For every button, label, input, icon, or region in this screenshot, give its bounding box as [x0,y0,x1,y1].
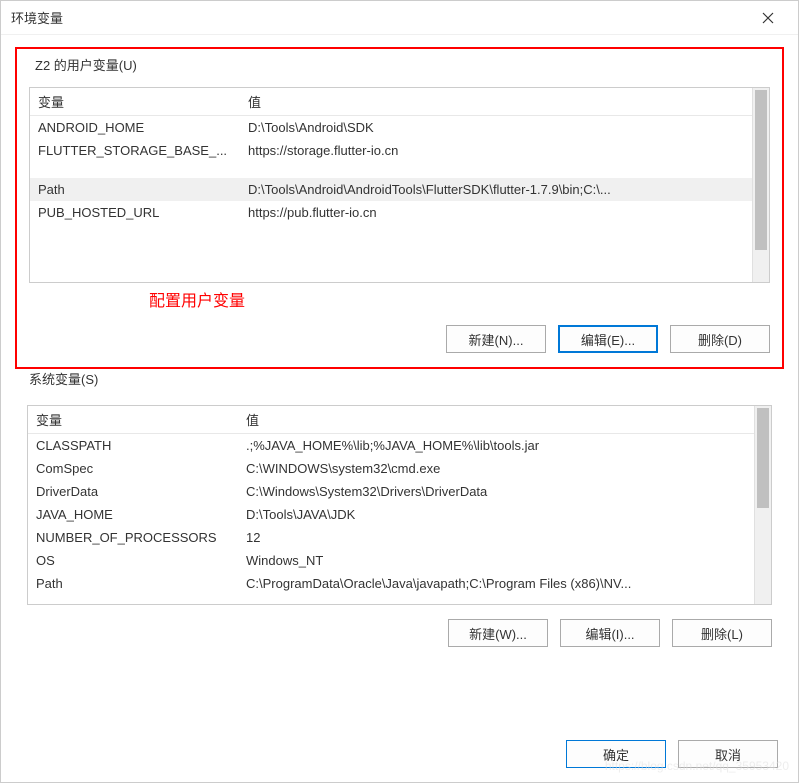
system-vars-table[interactable]: 变量 值 CLASSPATH.;%JAVA_HOME%\lib;%JAVA_HO… [27,405,772,605]
cell-value: D:\Tools\JAVA\JDK [238,503,754,526]
table-row[interactable] [30,162,752,170]
user-new-button[interactable]: 新建(N)... [446,325,546,353]
user-vars-table-body: 变量 值 ANDROID_HOMED:\Tools\Android\SDKFLU… [30,88,752,282]
user-vars-header: 变量 值 [30,88,752,116]
table-row[interactable]: ANDROID_HOMED:\Tools\Android\SDK [30,116,752,139]
table-row[interactable]: DriverDataC:\Windows\System32\Drivers\Dr… [28,480,754,503]
user-vars-buttons: 新建(N)... 编辑(E)... 删除(D) [29,325,770,353]
user-vars-label: Z2 的用户变量(U) [31,55,141,74]
system-vars-label: 系统变量(S) [25,369,102,388]
cell-variable: NUMBER_OF_PROCESSORS [28,526,238,549]
close-icon [762,12,774,24]
table-row[interactable]: OSWindows_NT [28,549,754,572]
close-button[interactable] [748,3,788,33]
cell-variable: CLASSPATH [28,434,238,457]
user-edit-button[interactable]: 编辑(E)... [558,325,658,353]
user-vars-scrollbar[interactable] [752,88,769,282]
cell-value: https://pub.flutter-io.cn [240,201,752,224]
window-title: 环境变量 [11,8,748,27]
cell-variable: PUB_HOSTED_URL [30,201,240,224]
col-header-variable[interactable]: 变量 [28,406,238,433]
user-vars-rows: ANDROID_HOMED:\Tools\Android\SDKFLUTTER_… [30,116,752,224]
col-header-value[interactable]: 值 [238,406,754,433]
cell-variable: Path [28,572,238,595]
cell-variable [30,170,240,178]
table-row[interactable]: CLASSPATH.;%JAVA_HOME%\lib;%JAVA_HOME%\l… [28,434,754,457]
table-row[interactable]: JAVA_HOMED:\Tools\JAVA\JDK [28,503,754,526]
cell-variable [30,162,240,170]
system-vars-scrollbar[interactable] [754,406,771,604]
table-row[interactable]: ComSpecC:\WINDOWS\system32\cmd.exe [28,457,754,480]
system-vars-table-body: 变量 值 CLASSPATH.;%JAVA_HOME%\lib;%JAVA_HO… [28,406,754,604]
cell-variable: JAVA_HOME [28,503,238,526]
user-delete-button[interactable]: 删除(D) [670,325,770,353]
scrollbar-thumb[interactable] [757,408,769,508]
system-delete-button[interactable]: 删除(L) [672,619,772,647]
cell-value: C:\Windows\System32\Drivers\DriverData [238,480,754,503]
watermark: https://blog.csdn.net/qq_35953420 [605,759,789,773]
system-vars-buttons: 新建(W)... 编辑(I)... 删除(L) [27,619,772,647]
system-edit-button[interactable]: 编辑(I)... [560,619,660,647]
table-row[interactable]: FLUTTER_STORAGE_BASE_...https://storage.… [30,139,752,162]
table-row[interactable] [30,170,752,178]
col-header-variable[interactable]: 变量 [30,88,240,115]
scrollbar-thumb[interactable] [755,90,767,250]
system-vars-group: 系统变量(S) 变量 值 CLASSPATH.;%JAVA_HOME%\lib;… [15,379,784,661]
user-vars-table[interactable]: 变量 值 ANDROID_HOMED:\Tools\Android\SDKFLU… [29,87,770,283]
cell-variable: ComSpec [28,457,238,480]
cell-variable: DriverData [28,480,238,503]
table-row[interactable]: NUMBER_OF_PROCESSORS12 [28,526,754,549]
cell-value: C:\WINDOWS\system32\cmd.exe [238,457,754,480]
system-vars-rows: CLASSPATH.;%JAVA_HOME%\lib;%JAVA_HOME%\l… [28,434,754,595]
col-header-value[interactable]: 值 [240,88,752,115]
cell-value: Windows_NT [238,549,754,572]
table-row[interactable]: PathC:\ProgramData\Oracle\Java\javapath;… [28,572,754,595]
dialog-buttons: 确定 取消 [1,726,798,782]
user-vars-group: Z2 的用户变量(U) 变量 值 ANDROID_HOMED:\Tools\An… [15,47,784,369]
system-new-button[interactable]: 新建(W)... [448,619,548,647]
table-row[interactable]: PUB_HOSTED_URLhttps://pub.flutter-io.cn [30,201,752,224]
cell-value: 12 [238,526,754,549]
cell-value: C:\ProgramData\Oracle\Java\javapath;C:\P… [238,572,754,595]
cell-variable: ANDROID_HOME [30,116,240,139]
env-vars-dialog: 环境变量 Z2 的用户变量(U) 变量 值 ANDROID_HOMED:\Too… [0,0,799,783]
cell-value: D:\Tools\Android\AndroidTools\FlutterSDK… [240,178,752,201]
titlebar: 环境变量 [1,1,798,35]
table-row[interactable]: PathD:\Tools\Android\AndroidTools\Flutte… [30,178,752,201]
cell-variable: FLUTTER_STORAGE_BASE_... [30,139,240,162]
cell-value: .;%JAVA_HOME%\lib;%JAVA_HOME%\lib\tools.… [238,434,754,457]
cell-value [240,170,752,178]
cell-variable: Path [30,178,240,201]
cell-value: https://storage.flutter-io.cn [240,139,752,162]
dialog-content: Z2 的用户变量(U) 变量 值 ANDROID_HOMED:\Tools\An… [1,35,798,726]
user-vars-annotation: 配置用户变量 [149,287,770,311]
cell-variable: OS [28,549,238,572]
system-vars-header: 变量 值 [28,406,754,434]
cell-value [240,162,752,170]
cell-value: D:\Tools\Android\SDK [240,116,752,139]
